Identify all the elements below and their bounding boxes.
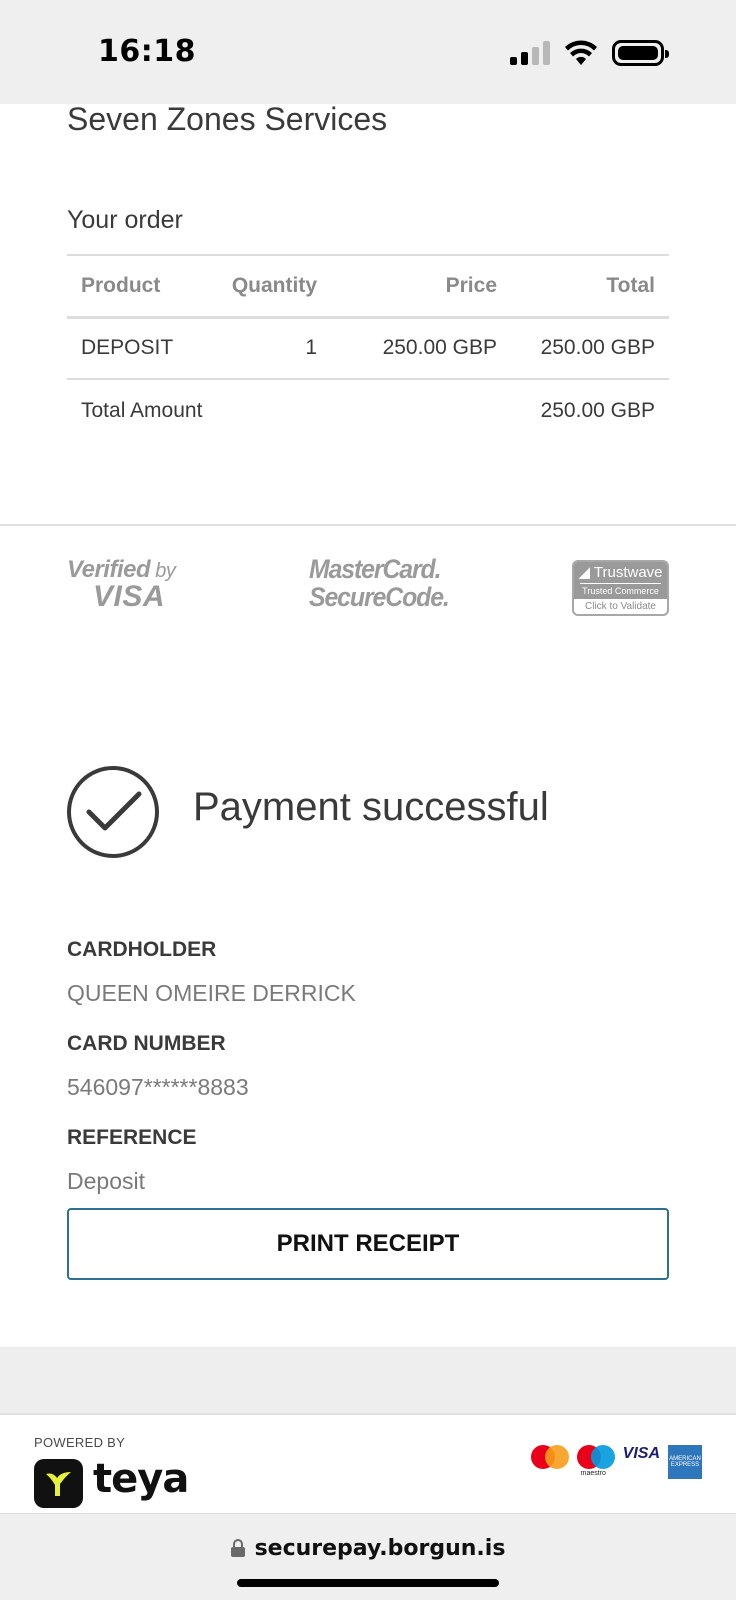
- status-bar: 16:18: [0, 0, 736, 104]
- accepted-cards: maestro VISA AMERICAN EXPRESS: [530, 1445, 702, 1479]
- teya-logo-icon: [34, 1459, 83, 1508]
- battery-icon: [612, 40, 669, 66]
- cardholder-value: QUEEN OMEIRE DERRICK: [67, 980, 356, 1006]
- section-divider: [0, 524, 736, 526]
- wifi-icon: [565, 40, 597, 65]
- url-text: securepay.borgun.is: [254, 1536, 506, 1561]
- maestro-icon: maestro: [576, 1445, 615, 1479]
- visa-icon: VISA: [622, 1445, 660, 1462]
- cellular-signal-icon: [510, 41, 550, 65]
- total-amount-label: Total Amount: [81, 398, 203, 422]
- payment-status-title: Payment successful: [193, 785, 549, 829]
- teya-wordmark: teya: [93, 1456, 189, 1502]
- checkmark-icon: [67, 766, 159, 858]
- order-table: Product Quantity Price Total DEPOSIT 1 2…: [67, 254, 669, 441]
- mastercard-icon: [530, 1445, 569, 1469]
- reference-label: REFERENCE: [67, 1126, 197, 1149]
- card-number-label: CARD NUMBER: [67, 1032, 226, 1055]
- merchant-name: Seven Zones Services: [67, 101, 388, 137]
- order-header-row: Product Quantity Price Total: [67, 254, 669, 319]
- print-receipt-button[interactable]: PRINT RECEIPT: [67, 1208, 669, 1280]
- url-display[interactable]: securepay.borgun.is: [0, 1536, 736, 1561]
- item-product: DEPOSIT: [67, 317, 217, 380]
- trustwave-validate: Click to Validate: [585, 601, 656, 612]
- reference-value: Deposit: [67, 1168, 145, 1194]
- mastercard-securecode-logo: MasterCard. SecureCode.: [309, 554, 450, 612]
- verified-by-visa-logo: Verified by VISA: [67, 556, 176, 613]
- lock-icon: [230, 1539, 245, 1557]
- trustwave-name: ◢ Trustwave: [578, 564, 663, 581]
- item-total: 250.00 GBP: [497, 317, 669, 380]
- amex-icon: AMERICAN EXPRESS: [668, 1445, 702, 1479]
- powered-by-label: POWERED BY: [34, 1435, 126, 1450]
- cardholder-label: CARDHOLDER: [67, 938, 217, 961]
- item-price: 250.00 GBP: [317, 317, 497, 380]
- total-row: Total Amount 250.00 GBP: [67, 379, 669, 441]
- item-quantity: 1: [217, 317, 317, 380]
- card-number-value: 546097******8883: [67, 1074, 249, 1100]
- footer: POWERED BY teya maestro VISA AMERICAN EX…: [0, 1413, 736, 1513]
- total-amount-value: 250.00 GBP: [540, 398, 655, 422]
- status-time: 16:18: [98, 34, 196, 69]
- column-header-quantity: Quantity: [217, 254, 317, 319]
- status-icons: [510, 40, 669, 66]
- order-title: Your order: [67, 206, 183, 234]
- page-spacer: [0, 1347, 736, 1413]
- trustwave-seal[interactable]: ◢ Trustwave Trusted Commerce Click to Va…: [572, 560, 669, 616]
- column-header-product: Product: [67, 254, 217, 319]
- table-row: DEPOSIT 1 250.00 GBP 250.00 GBP: [67, 317, 669, 380]
- column-header-price: Price: [317, 254, 497, 319]
- home-indicator[interactable]: [237, 1579, 499, 1587]
- column-header-total: Total: [497, 254, 669, 319]
